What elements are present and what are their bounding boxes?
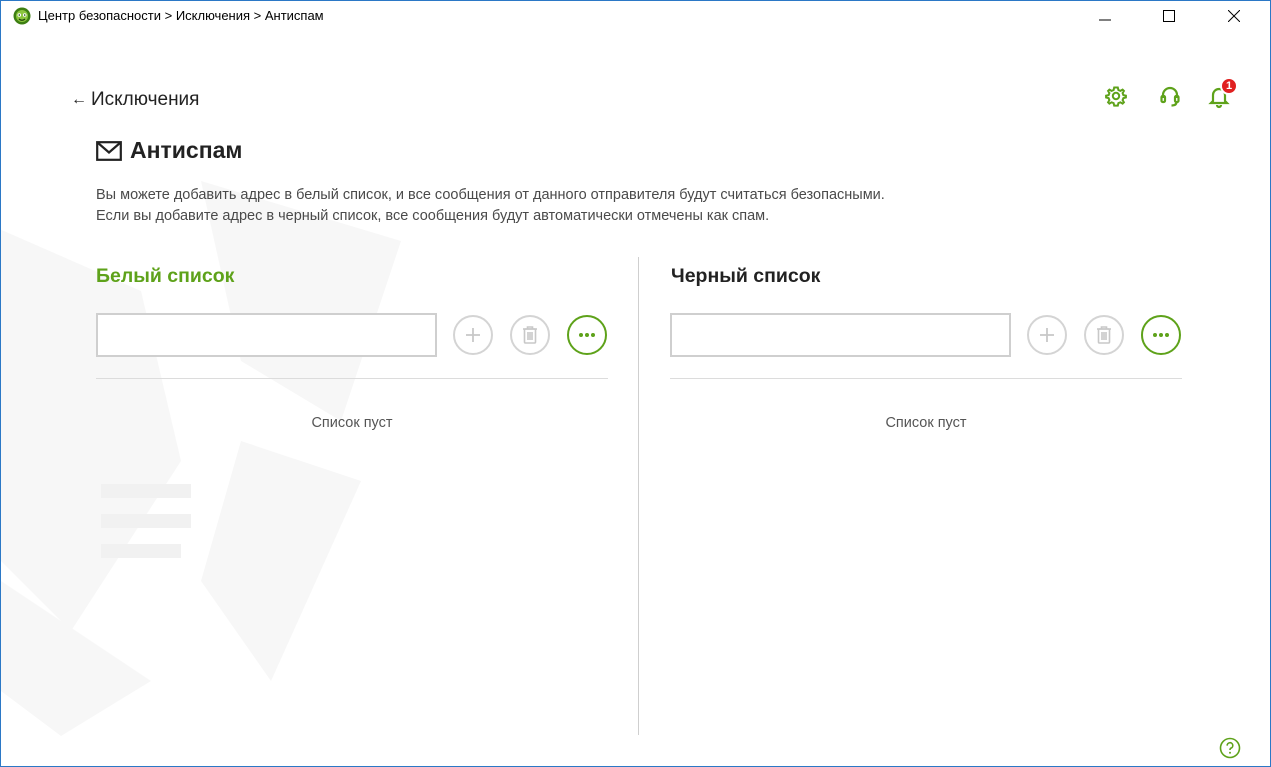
blacklist-empty-text: Список пуст xyxy=(885,415,967,431)
blacklist-title: Черный список xyxy=(671,265,821,287)
page-description: Вы можете добавить адрес в белый список,… xyxy=(96,185,1206,227)
page-title: Антиспам xyxy=(96,137,242,164)
notification-badge: 1 xyxy=(1220,77,1238,95)
app-logo-icon xyxy=(13,7,31,25)
close-icon xyxy=(1228,10,1240,22)
trash-icon xyxy=(523,326,537,344)
more-icon xyxy=(1153,333,1169,337)
minimize-icon xyxy=(1099,19,1111,21)
maximize-button[interactable] xyxy=(1146,1,1192,31)
whitelist-delete-button[interactable] xyxy=(510,315,550,355)
background-watermark xyxy=(1,181,401,736)
whitelist-empty-text: Список пуст xyxy=(311,415,393,431)
help-icon[interactable] xyxy=(1219,737,1241,759)
whitelist-add-button[interactable] xyxy=(453,315,493,355)
headset-icon[interactable] xyxy=(1157,83,1183,109)
whitelist-more-button[interactable] xyxy=(567,315,607,355)
section-divider xyxy=(638,257,639,735)
description-line-2: Если вы добавите адрес в черный список, … xyxy=(96,208,770,224)
app-window: Центр безопасности > Исключения > Антисп… xyxy=(0,0,1271,767)
back-link-label: Исключения xyxy=(91,89,200,110)
plus-icon xyxy=(1040,328,1054,342)
maximize-icon xyxy=(1163,10,1175,22)
plus-icon xyxy=(466,328,480,342)
minimize-button[interactable] xyxy=(1082,1,1128,31)
more-icon xyxy=(579,333,595,337)
close-button[interactable] xyxy=(1211,1,1257,31)
blacklist-address-input[interactable] xyxy=(670,313,1011,357)
arrow-left-icon: ← xyxy=(71,91,87,108)
whitelist-title: Белый список xyxy=(96,265,235,287)
blacklist-delete-button[interactable] xyxy=(1084,315,1124,355)
whitelist-divider xyxy=(96,378,608,379)
blacklist-add-button[interactable] xyxy=(1027,315,1067,355)
envelope-icon xyxy=(96,140,122,161)
window-title: Центр безопасности > Исключения > Антисп… xyxy=(38,8,324,23)
back-link[interactable]: ← Исключения xyxy=(71,89,199,111)
description-line-1: Вы можете добавить адрес в белый список,… xyxy=(96,187,885,203)
blacklist-more-button[interactable] xyxy=(1141,315,1181,355)
whitelist-address-input[interactable] xyxy=(96,313,437,357)
trash-icon xyxy=(1097,326,1111,344)
title-bar: Центр безопасности > Исключения > Антисп… xyxy=(1,1,1270,31)
page-title-text: Антиспам xyxy=(130,137,243,163)
blacklist-divider xyxy=(670,378,1182,379)
gear-icon[interactable] xyxy=(1103,83,1129,109)
